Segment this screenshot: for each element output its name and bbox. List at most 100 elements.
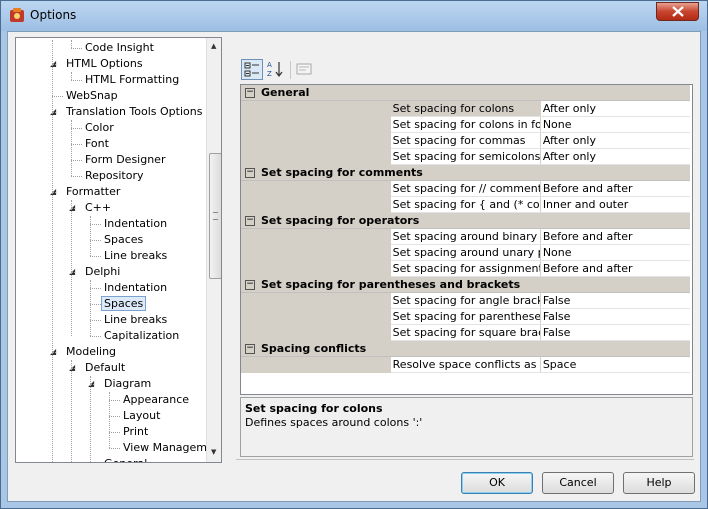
tree-node-label: Default bbox=[85, 361, 126, 374]
tree-node[interactable]: Form Designer bbox=[85, 152, 165, 168]
category-row[interactable]: − Set spacing for operators bbox=[241, 212, 690, 229]
property-row[interactable]: Set spacing around binary operatorsBefor… bbox=[241, 228, 690, 245]
tree-node-label: View Management bbox=[123, 441, 206, 454]
scroll-down-icon[interactable]: ▼ bbox=[211, 448, 216, 456]
collapse-icon[interactable]: − bbox=[245, 168, 255, 178]
close-icon bbox=[672, 6, 684, 17]
tree-node[interactable]: WebSnap bbox=[66, 88, 118, 104]
tree-node[interactable]: Layout bbox=[123, 408, 160, 424]
property-value[interactable]: After only bbox=[540, 100, 690, 117]
tree-node[interactable]: Default ◢ bbox=[69, 360, 126, 376]
tree-node[interactable]: Capitalization bbox=[104, 328, 179, 344]
help-button[interactable]: Help bbox=[623, 472, 695, 494]
tree-node[interactable]: Modeling ◢ bbox=[50, 344, 117, 360]
property-row[interactable]: Set spacing for parentheses False bbox=[241, 308, 690, 325]
tree-node-label: Line breaks bbox=[104, 313, 168, 326]
tree-node[interactable]: Line breaks bbox=[104, 312, 167, 328]
tree-connector bbox=[90, 288, 101, 289]
tree-node[interactable]: Delphi ◢ bbox=[69, 264, 120, 280]
category-row[interactable]: − General bbox=[241, 85, 690, 101]
category-cell: − General bbox=[241, 85, 690, 101]
tree-node[interactable]: Indentation bbox=[104, 216, 167, 232]
sort-alphabetical-button[interactable]: A Z bbox=[265, 59, 287, 80]
tree-node[interactable]: Spaces bbox=[101, 296, 147, 312]
category-row[interactable]: − Spacing conflicts bbox=[241, 340, 690, 357]
property-value[interactable]: Space bbox=[540, 356, 690, 373]
collapse-icon[interactable]: − bbox=[245, 88, 255, 98]
tree-node[interactable]: Print bbox=[123, 424, 148, 440]
tree-connector bbox=[109, 448, 120, 449]
property-value[interactable]: Inner and outer bbox=[540, 196, 690, 213]
tree-node[interactable]: Translation Tools Options ◢ bbox=[50, 104, 202, 120]
property-value[interactable]: Before and after bbox=[540, 180, 690, 197]
category-title: Set spacing for parentheses and brackets bbox=[261, 278, 521, 291]
property-value[interactable]: False bbox=[540, 292, 690, 309]
property-value[interactable]: Before and after bbox=[540, 228, 690, 245]
description-panel: Set spacing for colons Defines spaces ar… bbox=[240, 397, 693, 457]
property-row[interactable]: Set spacing for commas After only bbox=[241, 132, 690, 149]
tree-node[interactable]: Code Insight bbox=[85, 40, 154, 56]
property-row[interactable]: Set spacing for semicolons After only bbox=[241, 148, 690, 165]
property-row[interactable]: Set spacing for colons in formatNone bbox=[241, 116, 690, 133]
tree-node[interactable]: Indentation bbox=[104, 280, 167, 296]
category-cell: − Set spacing for comments bbox=[241, 164, 690, 181]
category-row[interactable]: − Set spacing for comments bbox=[241, 164, 690, 181]
tree-scrollbar[interactable]: ▲ ▼ bbox=[206, 38, 221, 462]
tree-connector bbox=[109, 432, 120, 433]
category-title: General bbox=[261, 86, 310, 99]
property-value[interactable]: Before and after bbox=[540, 260, 690, 277]
tree-node-label: Indentation bbox=[104, 217, 168, 230]
close-button[interactable] bbox=[656, 2, 699, 21]
tree-node[interactable]: Diagram ◢ bbox=[88, 376, 151, 392]
title-bar[interactable]: Options bbox=[1, 1, 707, 31]
property-value[interactable]: False bbox=[540, 324, 690, 341]
ok-button[interactable]: OK bbox=[461, 472, 533, 494]
tree-node[interactable]: Line breaks bbox=[104, 248, 167, 264]
collapse-icon[interactable]: − bbox=[245, 344, 255, 354]
tree-node-label: Print bbox=[123, 425, 149, 438]
tree-node[interactable]: Spaces bbox=[104, 232, 143, 248]
property-value[interactable]: None bbox=[540, 116, 690, 133]
property-row[interactable]: Set spacing for // comments Before and af… bbox=[241, 180, 690, 197]
property-row[interactable]: Set spacing for square bracketsFalse bbox=[241, 324, 690, 341]
scroll-thumb[interactable] bbox=[209, 153, 221, 279]
tree-node-label: Modeling bbox=[66, 345, 117, 358]
property-pages-button[interactable] bbox=[294, 59, 316, 80]
property-value[interactable]: False bbox=[540, 308, 690, 325]
row-gutter bbox=[241, 260, 391, 277]
tree-node[interactable]: Color bbox=[85, 120, 114, 136]
tree-node-label: HTML Options bbox=[66, 57, 143, 70]
tree-node[interactable]: Repository bbox=[85, 168, 144, 184]
property-row[interactable]: Set spacing for assignment operatorsBefo… bbox=[241, 260, 690, 277]
property-row[interactable]: Set spacing around unary prefix operator… bbox=[241, 244, 690, 261]
tree-node-label: Form Designer bbox=[85, 153, 166, 166]
tree-node[interactable]: View Management bbox=[123, 440, 206, 456]
property-name: Set spacing for // comments bbox=[390, 180, 541, 197]
cancel-button[interactable]: Cancel bbox=[542, 472, 614, 494]
property-row[interactable]: Resolve space conflicts as Space bbox=[241, 356, 690, 373]
property-name: Set spacing around unary prefix operator… bbox=[390, 244, 541, 261]
property-value[interactable]: None bbox=[540, 244, 690, 261]
property-value[interactable]: After only bbox=[540, 132, 690, 149]
tree-node[interactable]: C++ ◢ bbox=[69, 200, 111, 216]
categorized-button[interactable] bbox=[241, 59, 263, 80]
property-row[interactable]: Set spacing for colons After only bbox=[241, 100, 690, 117]
tree-node[interactable]: General bbox=[104, 456, 147, 462]
svg-text:A: A bbox=[267, 61, 272, 69]
scroll-up-icon[interactable]: ▲ bbox=[211, 42, 216, 50]
tree-node[interactable]: HTML Options ◢ bbox=[50, 56, 143, 72]
collapse-icon[interactable]: − bbox=[245, 216, 255, 226]
tree-node[interactable]: Appearance bbox=[123, 392, 189, 408]
property-name: Set spacing for semicolons bbox=[390, 148, 541, 165]
row-gutter bbox=[241, 100, 391, 117]
category-title: Set spacing for operators bbox=[261, 214, 420, 227]
collapse-icon[interactable]: − bbox=[245, 280, 255, 290]
property-row[interactable]: Set spacing for { and (* commentsInner a… bbox=[241, 196, 690, 213]
property-row[interactable]: Set spacing for angle brackets in generi… bbox=[241, 292, 690, 309]
tree-node[interactable]: HTML Formatting bbox=[85, 72, 179, 88]
tree-connector bbox=[90, 304, 101, 305]
category-row[interactable]: − Set spacing for parentheses and bracket… bbox=[241, 276, 690, 293]
tree-node[interactable]: Font bbox=[85, 136, 109, 152]
tree-node[interactable]: Formatter ◢ bbox=[50, 184, 120, 200]
property-value[interactable]: After only bbox=[540, 148, 690, 165]
